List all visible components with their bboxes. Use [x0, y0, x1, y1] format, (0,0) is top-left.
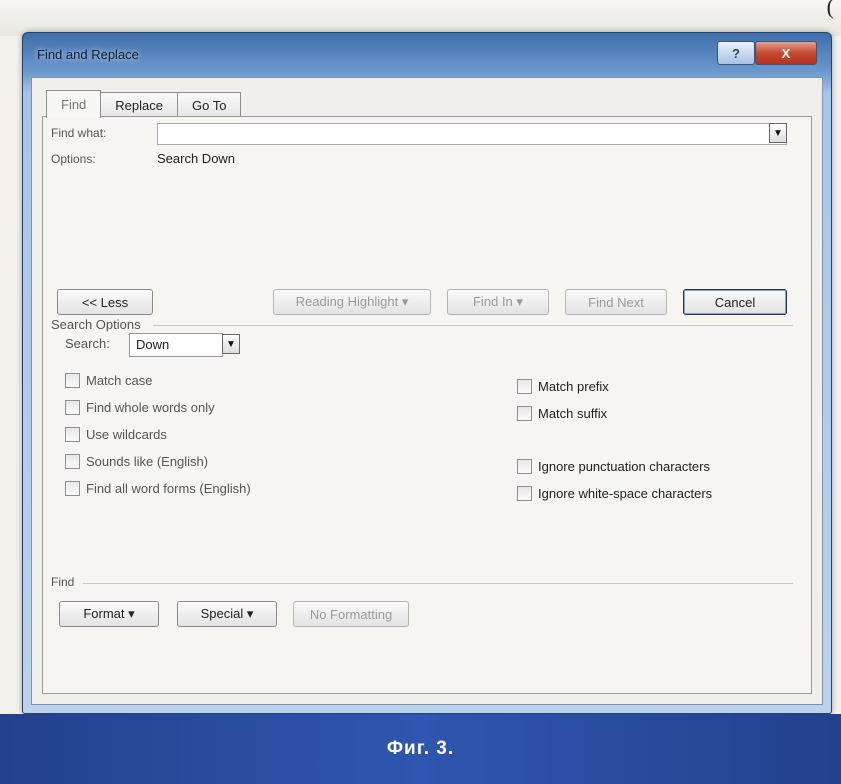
options-value: Search Down — [157, 151, 236, 166]
tab-go-to[interactable]: Go To — [177, 92, 242, 117]
checkbox-box[interactable] — [517, 379, 532, 394]
special-button[interactable]: Special ▾ — [177, 601, 277, 627]
figure-caption-bar: Фиг. 3. — [0, 714, 841, 784]
find-next-button[interactable]: Find Next — [565, 289, 667, 315]
checkbox-box[interactable] — [65, 427, 80, 442]
tab-strip: Find Replace Go To — [46, 90, 242, 118]
wildcards-checkbox[interactable]: Use wildcards — [65, 427, 167, 442]
word-forms-checkbox[interactable]: Find all word forms (English) — [65, 481, 251, 496]
chevron-down-icon: ▼ — [226, 338, 236, 350]
format-button[interactable]: Format ▾ — [59, 601, 159, 627]
less-button[interactable]: << Less — [57, 289, 153, 315]
chevron-down-icon: ▼ — [773, 127, 783, 139]
ignore-punctuation-checkbox[interactable]: Ignore punctuation characters — [517, 459, 710, 474]
sounds-like-checkbox[interactable]: Sounds like (English) — [65, 454, 208, 469]
search-options-divider — [153, 325, 793, 326]
help-icon: ? — [732, 45, 740, 61]
reading-highlight-button[interactable]: Reading Highlight ▾ — [273, 289, 431, 315]
checkbox-box[interactable] — [65, 373, 80, 388]
match-prefix-checkbox[interactable]: Match prefix — [517, 379, 609, 394]
help-button[interactable]: ? — [717, 41, 755, 65]
tab-replace[interactable]: Replace — [100, 92, 178, 117]
title-bar[interactable]: Find and Replace ? X — [23, 33, 831, 73]
checkbox-box[interactable] — [517, 459, 532, 474]
find-what-dropdown-arrow[interactable]: ▼ — [769, 123, 787, 143]
corner-text: ( — [826, 0, 835, 19]
options-label: Options: — [51, 152, 96, 166]
no-formatting-button[interactable]: No Formatting — [293, 601, 409, 627]
find-tab-panel: Find what: ▼ Options: Search Down << Les… — [42, 116, 812, 694]
find-section-label: Find — [51, 575, 75, 589]
find-what-label: Find what: — [51, 126, 107, 140]
figure-caption: Фиг. 3. — [386, 738, 455, 759]
whole-words-checkbox[interactable]: Find whole words only — [65, 400, 215, 415]
search-options-label: Search Options — [51, 317, 141, 332]
close-icon: X — [781, 45, 791, 61]
checkbox-box[interactable] — [65, 481, 80, 496]
search-direction-value: Down — [136, 337, 170, 352]
search-direction-label: Search: — [65, 336, 110, 351]
checkbox-box[interactable] — [517, 486, 532, 501]
ignore-whitespace-checkbox[interactable]: Ignore white-space characters — [517, 486, 712, 501]
tab-find[interactable]: Find — [46, 90, 102, 118]
find-replace-dialog: Find and Replace ? X Find Replace Go To … — [22, 32, 832, 714]
checkbox-box[interactable] — [517, 406, 532, 421]
find-in-button[interactable]: Find In ▾ — [447, 289, 549, 315]
dialog-client: Find Replace Go To Find what: ▼ Options:… — [31, 77, 823, 705]
checkbox-box[interactable] — [65, 454, 80, 469]
match-case-checkbox[interactable]: Match case — [65, 373, 152, 388]
search-direction-select[interactable]: Down ▼ — [129, 333, 240, 357]
dialog-title: Find and Replace — [37, 47, 139, 62]
cancel-button[interactable]: Cancel — [683, 289, 787, 315]
find-what-input[interactable]: ▼ — [157, 123, 787, 145]
match-suffix-checkbox[interactable]: Match suffix — [517, 406, 607, 421]
close-button[interactable]: X — [755, 41, 817, 65]
checkbox-box[interactable] — [65, 400, 80, 415]
search-direction-arrow[interactable]: ▼ — [222, 334, 240, 354]
page-top-margin: ( — [0, 0, 841, 36]
find-section-divider — [83, 583, 793, 584]
